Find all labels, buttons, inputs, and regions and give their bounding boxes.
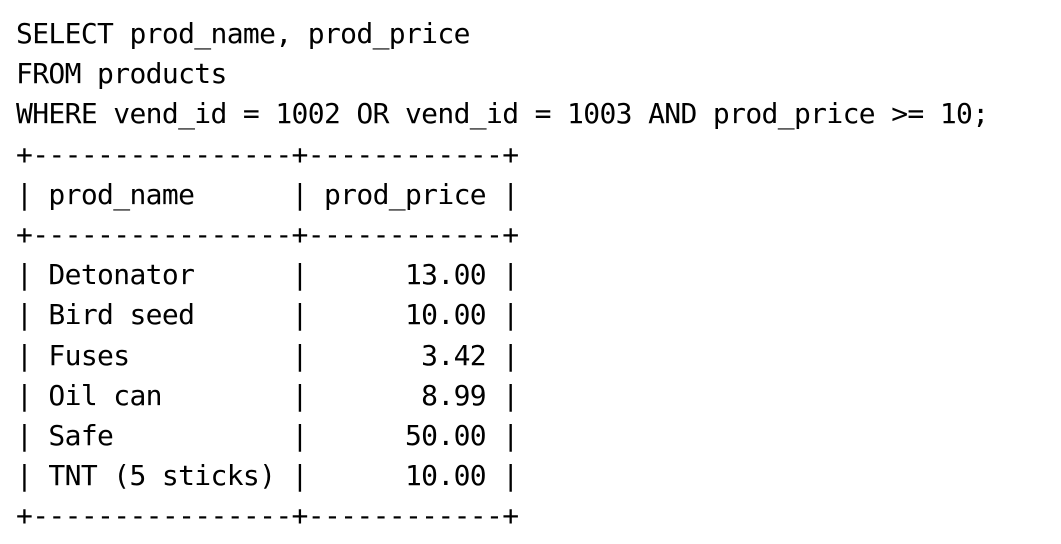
- table-header-row: | prod_name | prod_price |: [16, 177, 519, 211]
- sql-query-line: FROM products: [16, 57, 227, 91]
- sql-query-line: WHERE vend_id = 1002 OR vend_id = 1003 A…: [16, 97, 989, 131]
- table-row: | Bird seed | 10.00 |: [16, 298, 519, 332]
- table-row: | Safe | 50.00 |: [16, 418, 519, 452]
- table-border-header: +----------------+------------+: [16, 217, 519, 251]
- sql-terminal-output: SELECT prod_name, prod_price FROM product…: [0, 0, 1061, 544]
- table-row: | Fuses | 3.42 |: [16, 338, 519, 372]
- table-border-bottom: +----------------+------------+: [16, 499, 519, 533]
- table-row: | TNT (5 sticks) | 10.00 |: [16, 459, 519, 493]
- code-block: SELECT prod_name, prod_price FROM product…: [16, 14, 989, 536]
- table-row: | Oil can | 8.99 |: [16, 378, 519, 412]
- sql-query-line: SELECT prod_name, prod_price: [16, 17, 470, 50]
- table-row: | Detonator | 13.00 |: [16, 258, 519, 292]
- table-border-top: +----------------+------------+: [16, 137, 519, 171]
